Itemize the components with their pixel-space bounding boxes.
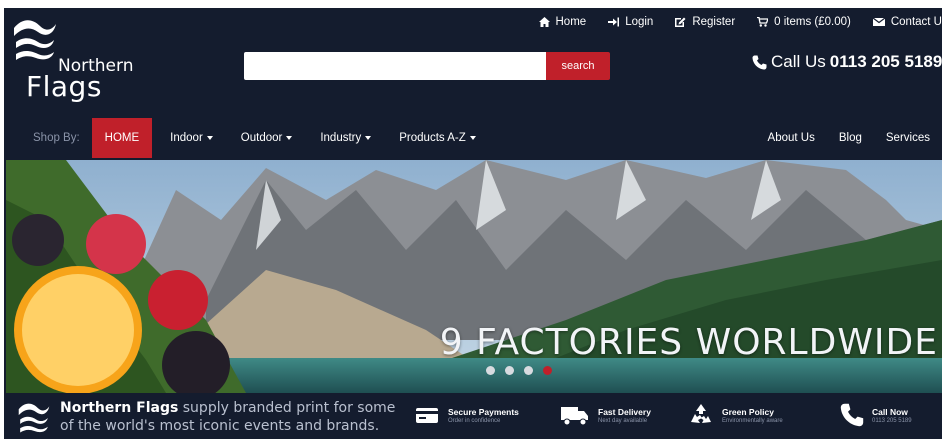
- page-frame: Northern Flags Home Login Register 0 ite…: [4, 8, 942, 439]
- nav-item-label: HOME: [104, 132, 140, 144]
- slider-dots: [486, 366, 552, 375]
- nav-item-industry[interactable]: Industry: [306, 118, 385, 158]
- site-header: Northern Flags Home Login Register 0 ite…: [4, 8, 942, 116]
- feature-secure-payments: Secure Payments Order in confidence: [414, 402, 519, 428]
- site-logo[interactable]: Northern Flags: [10, 18, 140, 106]
- slider-dot[interactable]: [486, 366, 495, 375]
- top-link-label: Register: [692, 16, 736, 28]
- hero-banner[interactable]: 9 FACTORIES WORLDWIDE: [6, 160, 942, 393]
- nav-item-label: Products A-Z: [399, 132, 466, 144]
- nav-item-home[interactable]: HOME: [91, 118, 153, 158]
- nav-item-label: Services: [885, 132, 930, 144]
- feature-green-policy: Green Policy Environmentally aware: [688, 402, 783, 428]
- slider-dot-active[interactable]: [543, 366, 552, 375]
- main-nav: Shop By: HOME Indoor Outdoor Industry Pr…: [4, 118, 942, 158]
- info-strip: Northern Flags supply branded print for …: [4, 394, 942, 439]
- nav-item-indoor[interactable]: Indoor: [156, 118, 227, 158]
- feature-subtitle: Order in confidence: [448, 417, 501, 424]
- feature-subtitle: 0113 205 5189: [872, 417, 912, 424]
- feature-fast-delivery: Fast Delivery Next day available: [560, 402, 651, 428]
- slider-dot[interactable]: [505, 366, 514, 375]
- nav-item-outdoor[interactable]: Outdoor: [227, 118, 307, 158]
- caret-down-icon: [206, 136, 213, 140]
- wave-logo-icon: [18, 403, 50, 433]
- wave-logo-icon: [14, 20, 56, 60]
- card-icon: [416, 408, 438, 423]
- strip-tagline: Northern Flags supply branded print for …: [60, 399, 400, 435]
- nav-item-label: Indoor: [170, 132, 203, 144]
- search-input[interactable]: [244, 52, 546, 80]
- phone-icon: [752, 55, 767, 69]
- search-button[interactable]: search: [546, 52, 610, 80]
- edit-icon: [675, 17, 686, 27]
- call-us-number: 0113 205 5189: [829, 52, 942, 71]
- search-bar: search: [244, 52, 610, 80]
- top-link-home[interactable]: Home: [538, 16, 587, 28]
- feature-title: Green Policy: [722, 406, 774, 417]
- call-us[interactable]: Call Us 0113 205 5189: [752, 52, 942, 72]
- nav-item-blog[interactable]: Blog: [827, 118, 874, 158]
- feature-call-now: Call Now 0113 205 5189: [840, 402, 912, 428]
- top-link-register[interactable]: Register: [675, 16, 735, 28]
- top-links: Home Login Register 0 items (£0.00) Cont…: [538, 16, 942, 28]
- logo-line-2: Flags: [26, 70, 102, 103]
- recycle-icon: [691, 404, 711, 423]
- nav-item-products-a-z[interactable]: Products A-Z: [385, 118, 489, 158]
- strip-brand: Northern Flags: [60, 400, 179, 416]
- cart-icon: [757, 17, 769, 27]
- feature-subtitle: Next day available: [598, 417, 648, 424]
- nav-item-label: About Us: [767, 132, 815, 144]
- top-link-label: Login: [625, 16, 654, 28]
- top-link-label: Home: [555, 16, 587, 28]
- login-icon: [608, 17, 620, 27]
- feature-title: Fast Delivery: [598, 406, 651, 417]
- feature-title: Call Now: [872, 406, 908, 417]
- nav-item-about-us[interactable]: About Us: [756, 118, 827, 158]
- call-us-prefix: Call Us: [771, 52, 826, 71]
- home-icon: [538, 17, 550, 27]
- top-link-label: Contact U: [890, 16, 942, 28]
- nav-left: Shop By: HOME Indoor Outdoor Industry Pr…: [4, 118, 490, 158]
- shop-by-label: Shop By:: [33, 132, 80, 144]
- nav-item-label: Blog: [838, 132, 862, 144]
- nav-item-label: Outdoor: [240, 132, 283, 144]
- top-link-label: 0 items (£0.00): [774, 16, 851, 28]
- nav-right: About Us Blog Services: [756, 118, 942, 158]
- top-link-login[interactable]: Login: [608, 16, 653, 28]
- caret-down-icon: [469, 136, 476, 140]
- top-link-cart[interactable]: 0 items (£0.00): [757, 16, 851, 28]
- phone-icon: [840, 403, 864, 427]
- feature-subtitle: Environmentally aware: [722, 417, 783, 424]
- nav-item-services[interactable]: Services: [874, 118, 942, 158]
- envelope-icon: [872, 17, 885, 26]
- hero-headline: 9 FACTORIES WORLDWIDE: [439, 322, 938, 363]
- nav-item-label: Industry: [320, 132, 362, 144]
- slider-dot[interactable]: [524, 366, 533, 375]
- caret-down-icon: [286, 136, 293, 140]
- feature-title: Secure Payments: [448, 406, 519, 417]
- top-link-contact[interactable]: Contact U: [872, 16, 942, 28]
- caret-down-icon: [365, 136, 372, 140]
- truck-icon: [561, 407, 588, 426]
